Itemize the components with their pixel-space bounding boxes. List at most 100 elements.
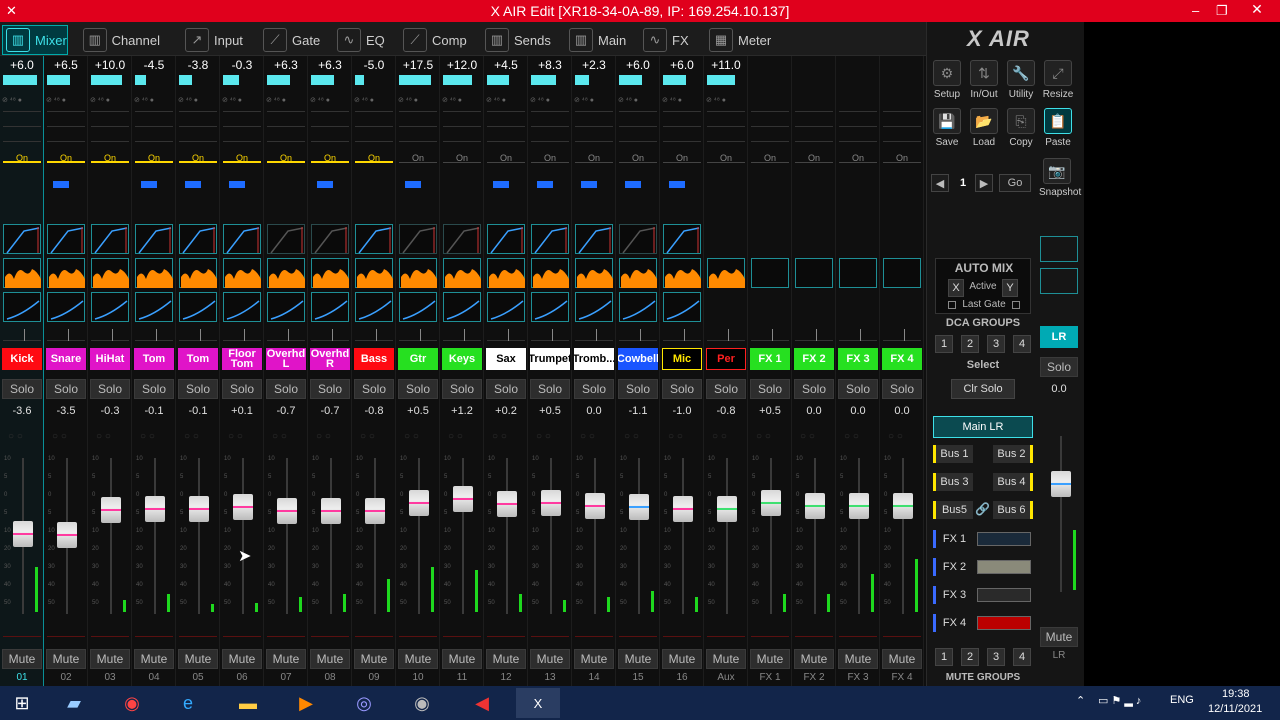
bus-button-6[interactable]: Bus 6 — [993, 501, 1033, 519]
insert-on-button[interactable]: On — [619, 153, 657, 163]
taskbar-ie[interactable]: e — [166, 688, 210, 718]
mute-button[interactable]: Mute — [618, 649, 658, 669]
bus-button-1[interactable]: Bus 1 — [933, 445, 973, 463]
channel-name[interactable]: Tom — [134, 348, 174, 370]
solo-button[interactable]: Solo — [530, 379, 570, 399]
eq-graph[interactable] — [179, 258, 217, 288]
pan-control[interactable] — [531, 329, 569, 341]
tray-icons[interactable]: ▭ ⚑ ▂ ♪ — [1098, 694, 1141, 707]
pan-control[interactable] — [223, 329, 261, 341]
dca-button-2[interactable]: 2 — [961, 335, 979, 353]
channel-name[interactable]: Per — [706, 348, 746, 370]
insert-on-button[interactable]: On — [751, 153, 789, 163]
trim-value[interactable]: +6.3 — [309, 58, 351, 72]
lr-solo-button[interactable]: Solo — [1040, 357, 1078, 377]
solo-button[interactable]: Solo — [486, 379, 526, 399]
eq-graph[interactable] — [707, 258, 745, 288]
pan-control[interactable] — [355, 329, 393, 341]
eq-graph[interactable] — [883, 258, 921, 288]
fader-cap[interactable] — [189, 496, 209, 522]
pan-control[interactable] — [707, 329, 745, 341]
trim-value[interactable]: +6.0 — [617, 58, 659, 72]
tray-chevron-icon[interactable]: ⌃ — [1076, 694, 1085, 707]
fader-cap[interactable] — [893, 493, 913, 519]
taskbar-app-6[interactable]: ◎ — [342, 688, 386, 718]
channel-name[interactable]: Kick — [2, 348, 42, 370]
trim-value[interactable]: +17.5 — [397, 58, 439, 72]
solo-button[interactable]: Solo — [134, 379, 174, 399]
pan-control[interactable] — [883, 329, 921, 341]
channel-name[interactable]: Tom — [178, 348, 218, 370]
insert-on-button[interactable]: On — [883, 153, 921, 163]
trim-value[interactable]: +2.3 — [573, 58, 615, 72]
channel-fader[interactable]: 10 5 0 5 10 20 30 40 50 — [706, 452, 746, 622]
fx-slot-button-1[interactable]: FX 1 — [933, 530, 973, 548]
pan-control[interactable] — [91, 329, 129, 341]
eq-graph[interactable] — [443, 258, 481, 288]
fader-cap[interactable] — [541, 490, 561, 516]
clear-solo-button[interactable]: Clr Solo — [951, 379, 1015, 399]
insert-on-button[interactable]: On — [47, 153, 85, 163]
channel-fader[interactable]: 10 5 0 5 10 20 30 40 50 — [662, 452, 702, 622]
mute-button[interactable]: Mute — [46, 649, 86, 669]
mute-button[interactable]: Mute — [486, 649, 526, 669]
prev-snapshot-button[interactable]: ◀ — [931, 174, 949, 192]
channel-name[interactable]: HiHat — [90, 348, 130, 370]
fader-cap[interactable] — [849, 493, 869, 519]
pan-control[interactable] — [179, 329, 217, 341]
utility-button[interactable]: 🔧 Utility — [1003, 60, 1039, 100]
fader-cap[interactable] — [673, 496, 693, 522]
eq-graph[interactable] — [399, 258, 437, 288]
eq-graph[interactable] — [575, 258, 613, 288]
mute-group-button-1[interactable]: 1 — [935, 648, 953, 666]
lr-fader[interactable] — [1040, 430, 1080, 600]
mute-button[interactable]: Mute — [838, 649, 878, 669]
mute-button[interactable]: Mute — [882, 649, 922, 669]
trim-value[interactable]: -4.5 — [133, 58, 175, 72]
channel-name[interactable]: Overhd L — [266, 348, 306, 370]
fader-cap[interactable] — [1051, 471, 1071, 497]
mute-button[interactable]: Mute — [134, 649, 174, 669]
insert-on-button[interactable]: On — [707, 153, 745, 163]
trim-value[interactable]: +8.3 — [529, 58, 571, 72]
trim-value[interactable]: +4.5 — [485, 58, 527, 72]
solo-button[interactable]: Solo — [882, 379, 922, 399]
gate-graph[interactable] — [619, 224, 657, 254]
eq-graph[interactable] — [619, 258, 657, 288]
fader-cap[interactable] — [57, 522, 77, 548]
channel-fader[interactable]: 10 5 0 5 10 20 30 40 50 — [750, 452, 790, 622]
last-gate-checkbox-left[interactable] — [948, 301, 956, 309]
gate-graph[interactable] — [47, 224, 85, 254]
start-button[interactable]: ⊞ — [0, 688, 44, 718]
tab-comp[interactable]: ⟋ Comp — [400, 25, 472, 55]
comp-graph[interactable] — [663, 292, 701, 322]
taskbar-media[interactable]: ▶ — [284, 688, 328, 718]
eq-graph[interactable] — [47, 258, 85, 288]
mute-button[interactable]: Mute — [2, 649, 42, 669]
solo-button[interactable]: Solo — [574, 379, 614, 399]
fader-cap[interactable] — [497, 491, 517, 517]
tab-eq[interactable]: ∿ EQ — [334, 25, 390, 55]
solo-button[interactable]: Solo — [662, 379, 702, 399]
insert-on-button[interactable]: On — [3, 153, 41, 163]
fx-slot-button-2[interactable]: FX 2 — [933, 558, 973, 576]
mute-button[interactable]: Mute — [178, 649, 218, 669]
trim-value[interactable]: +10.0 — [89, 58, 131, 72]
pan-control[interactable] — [311, 329, 349, 341]
automix-x-button[interactable]: X — [948, 279, 964, 297]
solo-button[interactable]: Solo — [838, 379, 878, 399]
fx-unit-image[interactable] — [977, 588, 1031, 602]
comp-graph[interactable] — [267, 292, 305, 322]
eq-graph[interactable] — [663, 258, 701, 288]
gate-graph[interactable] — [355, 224, 393, 254]
pan-control[interactable] — [267, 329, 305, 341]
channel-fader[interactable]: 10 5 0 5 10 20 30 40 50 — [354, 452, 394, 622]
fader-cap[interactable] — [233, 494, 253, 520]
dca-button-4[interactable]: 4 — [1013, 335, 1031, 353]
eq-graph[interactable] — [3, 258, 41, 288]
language-indicator[interactable]: ENG — [1170, 694, 1194, 706]
pan-control[interactable] — [619, 329, 657, 341]
gate-graph[interactable] — [91, 224, 129, 254]
trim-value[interactable]: +12.0 — [441, 58, 483, 72]
comp-graph[interactable] — [223, 292, 261, 322]
